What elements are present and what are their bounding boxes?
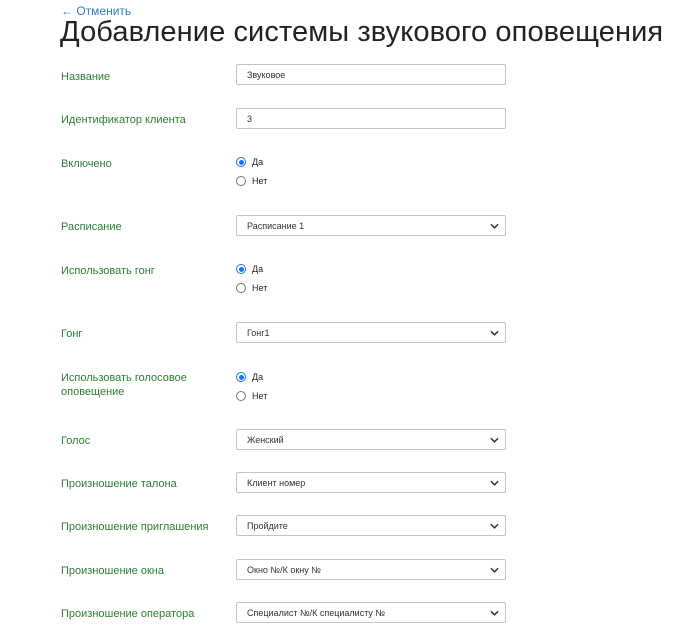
field-name-label: Название	[61, 71, 111, 83]
use-gong-no-label: Нет	[252, 283, 268, 293]
chevron-down-icon	[490, 523, 499, 529]
field-use-gong-label: Использовать гонг	[61, 265, 155, 277]
field-gong-label: Гонг	[61, 328, 83, 340]
use-gong-yes-label: Да	[252, 264, 264, 274]
chevron-down-icon	[490, 437, 499, 443]
invite-pron-select-value: Пройдите	[247, 521, 288, 531]
page-title: Добавление системы звукового оповещения	[60, 16, 664, 48]
gong-select[interactable]: Гонг1	[236, 322, 506, 343]
field-window-pron-label: Произношение окна	[61, 565, 164, 577]
ticket-pron-select[interactable]: Клиент номер	[236, 472, 506, 493]
chevron-down-icon	[490, 330, 499, 336]
radio-unchecked-icon[interactable]	[236, 391, 246, 401]
schedule-select[interactable]: Расписание 1	[236, 215, 506, 236]
operator-pron-select-value: Специалист №/К специалисту №	[247, 608, 386, 618]
invite-pron-select[interactable]: Пройдите	[236, 515, 506, 536]
chevron-down-icon	[490, 480, 499, 486]
gong-select-value: Гонг1	[247, 328, 270, 338]
operator-pron-select[interactable]: Специалист №/К специалисту №	[236, 602, 506, 623]
chevron-down-icon	[490, 567, 499, 573]
chevron-down-icon	[490, 610, 499, 616]
enabled-yes-label: Да	[252, 157, 264, 167]
radio-checked-icon[interactable]	[236, 264, 246, 274]
field-ticket-pron-label: Произношение талона	[61, 478, 177, 490]
field-enabled-label: Включено	[61, 158, 112, 170]
enabled-no-label: Нет	[252, 176, 268, 186]
chevron-down-icon	[490, 223, 499, 229]
field-voice-label: Голос	[61, 435, 91, 447]
field-use-voice-label: Использовать голосовое оповещение	[61, 372, 187, 398]
schedule-select-value: Расписание 1	[247, 221, 305, 231]
voice-select-value: Женский	[247, 435, 284, 445]
radio-checked-icon[interactable]	[236, 157, 246, 167]
use-voice-no-label: Нет	[252, 391, 268, 401]
name-input[interactable]	[236, 64, 506, 85]
radio-unchecked-icon[interactable]	[236, 176, 246, 186]
window-pron-select[interactable]: Окно №/К окну №	[236, 559, 506, 580]
field-operator-pron-label: Произношение оператора	[61, 608, 195, 620]
radio-unchecked-icon[interactable]	[236, 283, 246, 293]
use-voice-yes-label: Да	[252, 372, 264, 382]
field-schedule-label: Расписание	[61, 221, 122, 233]
client-id-input[interactable]	[236, 108, 506, 129]
window-pron-select-value: Окно №/К окну №	[247, 565, 321, 575]
voice-select[interactable]: Женский	[236, 429, 506, 450]
radio-checked-icon[interactable]	[236, 372, 246, 382]
field-client-id-label: Идентификатор клиента	[61, 114, 186, 126]
field-invite-pron-label: Произношение приглашения	[61, 521, 209, 533]
ticket-pron-select-value: Клиент номер	[247, 478, 306, 488]
